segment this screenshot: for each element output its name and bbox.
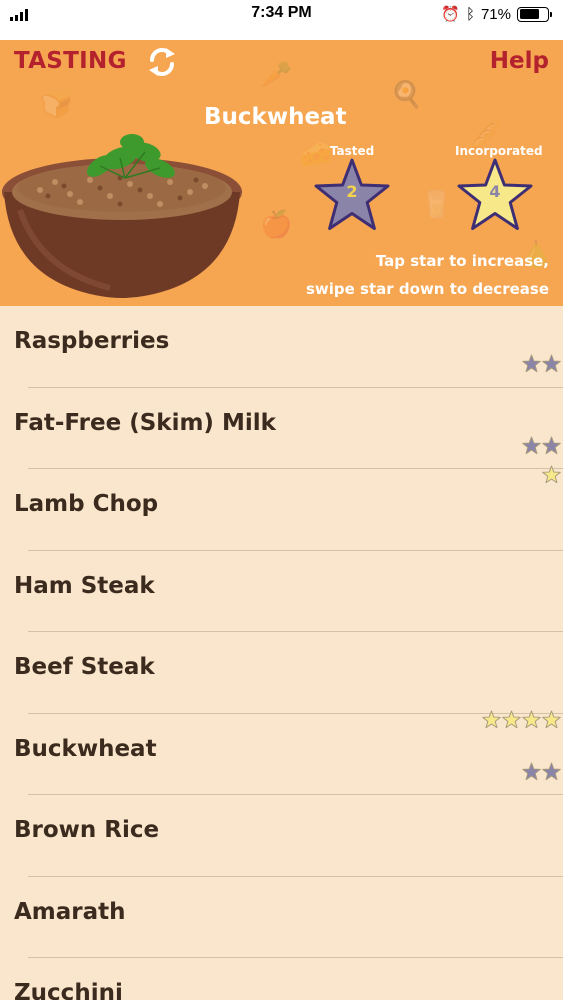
food-list-item[interactable]: Zucchini	[0, 958, 563, 1000]
food-list-item[interactable]: Lamb Chop	[0, 465, 563, 551]
tasted-star-icon	[542, 761, 561, 780]
food-doodle-icon: 🍎	[260, 210, 293, 240]
incorporated-count: 4	[489, 182, 501, 201]
food-list[interactable]: Raspberries Fat-Free (Skim) Milk Lamb Chop…	[0, 306, 563, 1000]
food-name: Beef Steak	[14, 654, 155, 680]
battery-icon	[517, 6, 552, 22]
tasted-star-icon	[522, 435, 541, 454]
food-doodle-icon: 🍞	[40, 90, 73, 120]
tasted-rating	[522, 435, 561, 455]
status-bar: 7:34 PM ⏰ ᛒ 71%	[0, 0, 563, 40]
food-name: Zucchini	[14, 980, 123, 1000]
tasted-star-icon	[542, 354, 561, 373]
food-list-item[interactable]: Fat-Free (Skim) Milk	[0, 388, 563, 469]
tasted-star-icon	[522, 354, 541, 373]
tasted-rating	[522, 354, 561, 373]
status-right: ⏰ ᛒ 71%	[441, 5, 552, 23]
tasted-star-icon	[542, 435, 561, 454]
food-name: Ham Steak	[14, 572, 155, 599]
food-list-item[interactable]: Buckwheat	[0, 709, 563, 795]
incorporated-star-icon	[542, 709, 561, 728]
incorporated-rating	[482, 709, 561, 729]
tasted-rating	[522, 761, 561, 781]
incorporated-star-icon	[522, 709, 541, 728]
food-name: Buckwheat	[14, 735, 157, 762]
tasted-label: Tasted	[329, 144, 375, 158]
battery-percent: 71%	[480, 5, 511, 23]
tasting-header: 🍞 🥕 🍳 🥖 🍎 🧀 🍐 🥛 TASTING Help Buckwheat T…	[0, 40, 563, 306]
food-name: Raspberries	[14, 328, 170, 354]
tasted-star-icon	[522, 761, 541, 780]
alarm-icon: ⏰	[441, 6, 460, 23]
refresh-icon[interactable]	[144, 44, 180, 80]
bluetooth-icon: ᛒ	[465, 5, 475, 23]
incorporated-star-icon	[502, 709, 521, 728]
hint-line-2: swipe star down to decrease	[306, 280, 549, 298]
food-name: Brown Rice	[14, 817, 160, 843]
help-link[interactable]: Help	[490, 48, 549, 74]
incorporated-rating	[542, 465, 561, 484]
food-list-item[interactable]: Beef Steak	[0, 632, 563, 714]
food-list-item[interactable]: Raspberries	[0, 306, 563, 388]
food-name: Amarath	[14, 898, 126, 925]
hint-line-1: Tap star to increase,	[375, 252, 549, 270]
food-doodle-icon: 🥕	[260, 60, 293, 90]
food-doodle-icon: 🥛	[420, 190, 453, 220]
food-list-item[interactable]: Brown Rice	[0, 795, 563, 877]
buckwheat-bowl-image	[2, 134, 242, 298]
food-list-item[interactable]: Ham Steak	[0, 551, 563, 632]
tasted-star-control[interactable]: Tasted 2	[312, 144, 392, 232]
incorporated-star-control[interactable]: Incorporated 4	[455, 144, 543, 232]
incorporated-label: Incorporated	[455, 144, 543, 158]
food-name: Fat-Free (Skim) Milk	[14, 409, 276, 436]
page-title: TASTING	[14, 48, 127, 74]
incorporated-star-icon	[482, 709, 501, 728]
food-list-item[interactable]: Amarath	[0, 877, 563, 958]
selected-food-title: Buckwheat	[204, 104, 347, 130]
food-name: Lamb Chop	[14, 491, 159, 517]
tasted-count: 2	[346, 182, 358, 201]
food-doodle-icon: 🍳	[390, 80, 423, 110]
incorporated-star-icon	[542, 465, 561, 484]
